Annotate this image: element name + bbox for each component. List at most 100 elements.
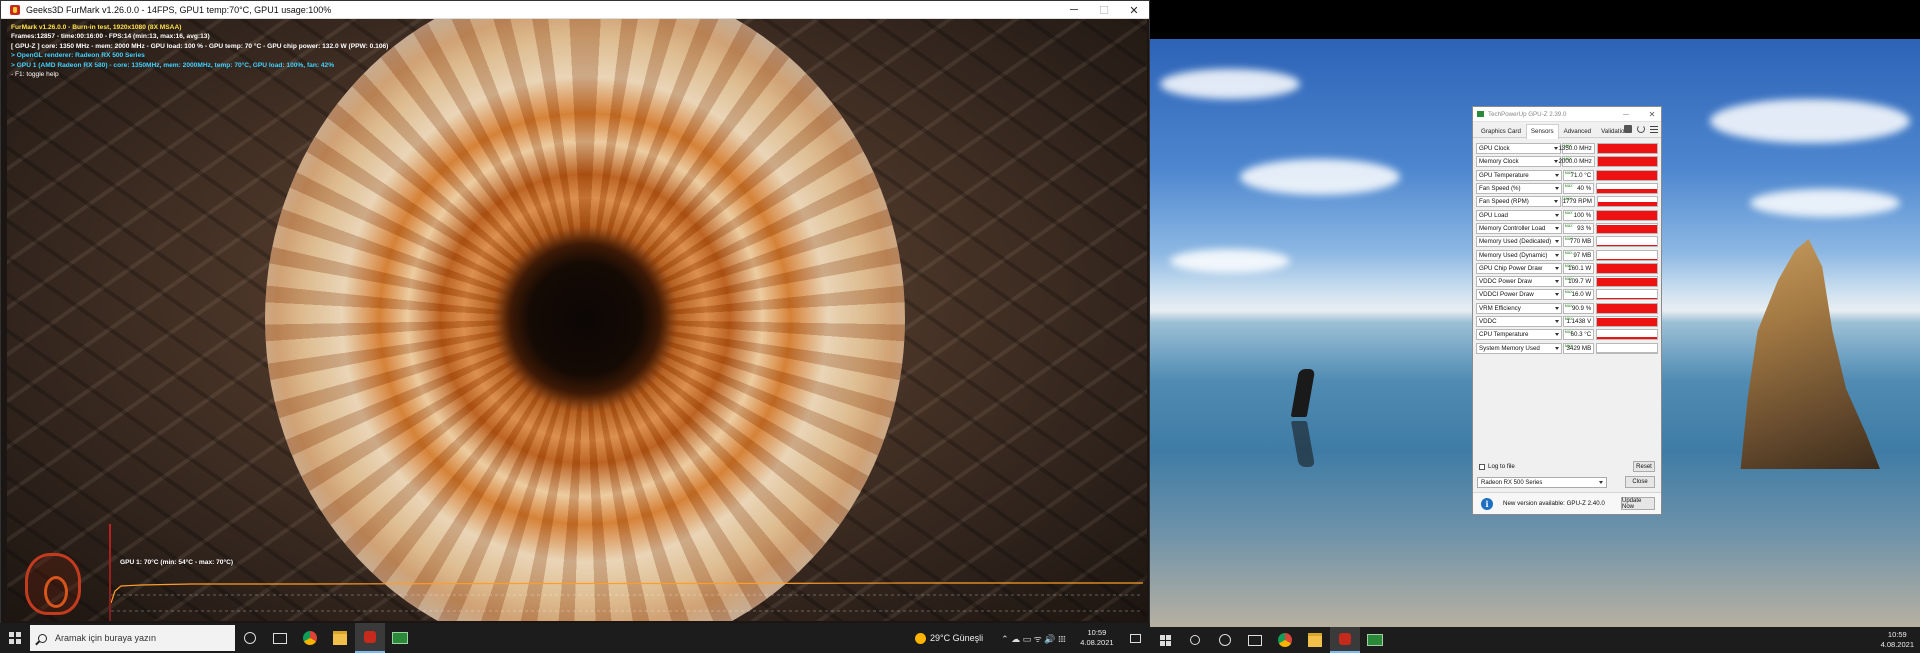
start-button[interactable] xyxy=(0,623,30,653)
taskbar-clock[interactable]: 10:59 4.08.2021 xyxy=(1881,630,1914,650)
start-button[interactable] xyxy=(1150,627,1180,653)
sensor-value: 97 MB xyxy=(1573,251,1592,259)
taskbar-search-box[interactable]: Aramak için buraya yazın xyxy=(30,625,235,651)
sensor-name-dropdown[interactable]: GPU Load xyxy=(1476,209,1562,221)
sensor-name-dropdown[interactable]: Fan Speed (%) xyxy=(1476,183,1562,195)
chevron-down-icon xyxy=(1554,266,1559,270)
sensor-graph xyxy=(1596,342,1658,354)
tab-graphics-card[interactable]: Graphics Card xyxy=(1476,124,1526,138)
chevron-down-icon xyxy=(1554,187,1559,191)
sensor-name-dropdown[interactable]: GPU Temperature xyxy=(1476,169,1562,181)
chevron-down-icon xyxy=(1553,160,1558,164)
max-tag: MAX xyxy=(1564,250,1573,255)
sensor-row: Memory Clock MAX 2000.0 MHz xyxy=(1476,155,1658,168)
system-tray[interactable]: ⌃ ☁ ▭ ᯤ 🔊 𝍖 xyxy=(1001,632,1066,645)
log-to-file-row[interactable]: Log to file xyxy=(1479,463,1515,470)
furmark-window[interactable]: Geeks3D FurMark v1.26.0.0 - 14FPS, GPU1 … xyxy=(0,0,1150,626)
file-explorer-icon[interactable] xyxy=(325,623,355,653)
left-monitor: Geeks3D FurMark v1.26.0.0 - 14FPS, GPU1 … xyxy=(0,0,1150,653)
sensor-name: Memory Used (Dedicated) xyxy=(1479,238,1552,246)
sensor-value-box[interactable]: MAX 40 % xyxy=(1562,183,1595,195)
sensor-value-box[interactable]: MAX 3429 MB xyxy=(1562,342,1595,354)
gpuz-taskbar-icon[interactable] xyxy=(1360,627,1390,653)
minimize-button[interactable]: ─ xyxy=(1619,107,1633,122)
sensor-value-box[interactable]: MAX 160.1 W xyxy=(1562,262,1595,274)
sensor-value-box[interactable]: MAX 16.0 W xyxy=(1562,289,1595,301)
sensor-name: Memory Controller Load xyxy=(1479,224,1546,232)
sensor-value-box[interactable]: MAX 2000.0 MHz xyxy=(1558,156,1595,168)
sensor-value-box[interactable]: MAX 90.9 % xyxy=(1562,302,1595,314)
notification-icon[interactable] xyxy=(1129,633,1141,643)
log-to-file-checkbox[interactable] xyxy=(1479,463,1485,470)
file-explorer-icon[interactable] xyxy=(1300,627,1330,653)
weather-widget[interactable]: 29°C Güneşli xyxy=(915,632,983,644)
sensor-value-box[interactable]: MAX 60.3 °C xyxy=(1562,329,1595,341)
sensor-value: 90.9 % xyxy=(1571,304,1592,312)
sensor-name-dropdown[interactable]: System Memory Used xyxy=(1476,342,1562,354)
taskbar-clock[interactable]: 10:59 4.08.2021 xyxy=(1080,628,1113,648)
menu-icon[interactable] xyxy=(1650,125,1658,133)
furmark-app-icon xyxy=(10,4,20,15)
sensor-value-box[interactable]: MAX 93 % xyxy=(1562,222,1595,234)
sensor-name-dropdown[interactable]: Memory Used (Dynamic) xyxy=(1476,249,1562,261)
sensor-graph-fill xyxy=(1597,264,1657,273)
sensor-name: GPU Load xyxy=(1479,211,1508,219)
sensor-name-dropdown[interactable]: Memory Used (Dedicated) xyxy=(1476,236,1562,248)
sensor-name: VDDCI Power Draw xyxy=(1479,291,1534,299)
task-view-icon[interactable] xyxy=(265,623,295,653)
tab-advanced[interactable]: Advanced xyxy=(1559,124,1597,138)
max-tag: MAX xyxy=(1564,303,1573,308)
sensor-name: CPU Temperature xyxy=(1479,331,1529,339)
sensor-name-dropdown[interactable]: Memory Controller Load xyxy=(1476,222,1562,234)
search-icon[interactable] xyxy=(1180,627,1210,653)
sensor-value-box[interactable]: MAX 1350.0 MHz xyxy=(1558,143,1595,155)
max-tag: MAX xyxy=(1563,144,1572,149)
sensor-name-dropdown[interactable]: VDDCI Power Draw xyxy=(1476,289,1562,301)
sensor-name-dropdown[interactable]: VRM Efficiency xyxy=(1476,302,1562,314)
sensor-name-dropdown[interactable]: GPU Clock xyxy=(1476,143,1561,155)
gpuz-taskbar-icon[interactable] xyxy=(385,623,415,653)
sensor-name-dropdown[interactable]: CPU Temperature xyxy=(1476,329,1562,341)
sensor-value-box[interactable]: MAX 100 % xyxy=(1562,209,1595,221)
sensor-list: GPU Clock MAX 1350.0 MHz Memory Clock MAX 200… xyxy=(1476,142,1658,355)
sensor-graph xyxy=(1596,156,1658,168)
right-monitor: TechPowerUp GPU-Z 2.39.0 ─ ✕ Graphics Ca… xyxy=(1150,0,1920,653)
sensor-graph-fill xyxy=(1597,210,1657,220)
cortana-icon[interactable] xyxy=(235,623,265,653)
close-button[interactable]: ✕ xyxy=(1645,107,1659,122)
tab-sensors[interactable]: Sensors xyxy=(1525,124,1559,139)
sensor-value-box[interactable]: MAX 109.7 W xyxy=(1562,276,1595,288)
sensor-name-dropdown[interactable]: GPU Chip Power Draw xyxy=(1476,262,1562,274)
sensor-name: GPU Chip Power Draw xyxy=(1479,264,1543,272)
sensor-value-box[interactable]: MAX 1.1438 V xyxy=(1562,316,1595,327)
sensor-value-box[interactable]: MAX 770 MB xyxy=(1562,236,1595,248)
maximize-button[interactable]: ☐ xyxy=(1089,1,1119,19)
chrome-icon[interactable] xyxy=(1270,627,1300,653)
desktop-screen: Geeks3D FurMark v1.26.0.0 - 14FPS, GPU1 … xyxy=(0,0,1920,653)
reset-button[interactable]: Reset xyxy=(1633,461,1655,472)
furmark-taskbar-icon[interactable] xyxy=(1330,627,1360,653)
sensor-name: Fan Speed (RPM) xyxy=(1479,198,1529,206)
furmark-titlebar[interactable]: Geeks3D FurMark v1.26.0.0 - 14FPS, GPU1 … xyxy=(1,1,1149,19)
sensor-name-dropdown[interactable]: VDDC xyxy=(1476,316,1562,327)
refresh-icon[interactable] xyxy=(1637,125,1645,133)
minimize-button[interactable]: ─ xyxy=(1059,1,1089,19)
update-now-button[interactable]: Update Now xyxy=(1621,497,1655,510)
task-view-icon[interactable] xyxy=(1240,627,1270,653)
chrome-icon[interactable] xyxy=(295,623,325,653)
camera-icon[interactable] xyxy=(1624,125,1632,133)
sensor-name-dropdown[interactable]: VDDC Power Draw xyxy=(1476,276,1562,288)
max-tag: MAX xyxy=(1564,317,1573,321)
cortana-icon[interactable] xyxy=(1210,627,1240,653)
sensor-value-box[interactable]: MAX 1779 RPM xyxy=(1561,196,1595,208)
sensor-value-box[interactable]: MAX 71.0 °C xyxy=(1562,169,1595,181)
furmark-taskbar-icon[interactable] xyxy=(355,623,385,653)
gpuz-titlebar[interactable]: TechPowerUp GPU-Z 2.39.0 ─ ✕ xyxy=(1473,107,1661,122)
device-select[interactable]: Radeon RX 500 Series xyxy=(1477,477,1607,488)
sensor-name-dropdown[interactable]: Fan Speed (RPM) xyxy=(1476,196,1561,208)
gpuz-window[interactable]: TechPowerUp GPU-Z 2.39.0 ─ ✕ Graphics Ca… xyxy=(1472,106,1662,515)
close-button[interactable]: ✕ xyxy=(1119,1,1149,19)
sensor-name-dropdown[interactable]: Memory Clock xyxy=(1476,156,1561,168)
sensor-value-box[interactable]: MAX 97 MB xyxy=(1562,249,1595,261)
gpuz-close-button[interactable]: Close xyxy=(1625,476,1655,488)
